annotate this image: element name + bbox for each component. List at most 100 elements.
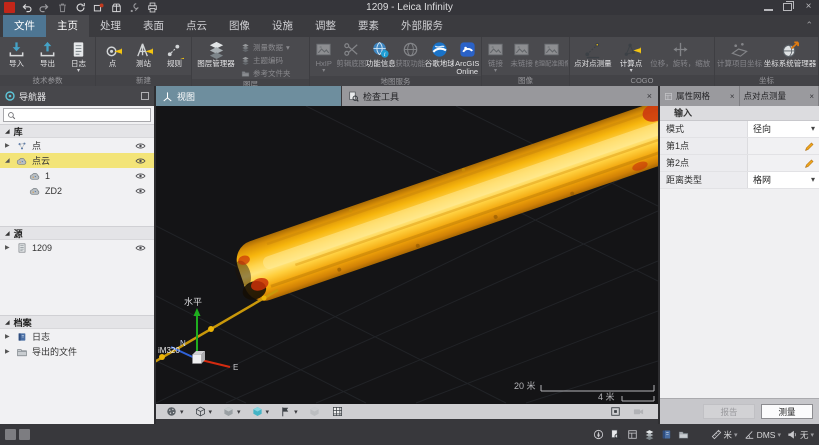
- georeference-image-button[interactable]: 地理配准图像: [535, 39, 568, 68]
- navigator-toggle-icon[interactable]: [593, 429, 604, 440]
- visibility-eye-icon[interactable]: [135, 157, 146, 165]
- survey-data-button[interactable]: 测量数据▾: [241, 42, 291, 53]
- thematic-codes-button[interactable]: 主题编码: [241, 55, 291, 66]
- tree-item-exported-files[interactable]: ▶ 导出的文件: [0, 344, 154, 359]
- tab-imaging[interactable]: 图像: [218, 15, 261, 37]
- solid-cube-icon[interactable]: [223, 406, 234, 417]
- tab-point-to-point[interactable]: 点对点测量 ×: [740, 86, 819, 106]
- unlink-image-button[interactable]: 未链接: [508, 39, 535, 68]
- delete-icon[interactable]: [57, 2, 68, 13]
- send-icon[interactable]: [93, 2, 104, 13]
- minimize-button[interactable]: [764, 3, 773, 11]
- restore-button[interactable]: [783, 3, 792, 11]
- inspector-toggle-icon[interactable]: [610, 429, 621, 440]
- coordinate-system-manager-button[interactable]: 坐标系统管理器: [763, 39, 817, 68]
- new-point-button[interactable]: 点: [97, 39, 128, 68]
- arcgis-online-button[interactable]: ArcGISOnline: [454, 39, 480, 76]
- hxip-button[interactable]: HxIP▾: [311, 39, 337, 74]
- tree-item-cloud-zd2[interactable]: ZD2: [0, 183, 154, 198]
- tree-item-pointclouds[interactable]: ◢ 点云: [0, 153, 154, 168]
- point2-field[interactable]: [748, 155, 819, 171]
- visibility-eye-icon[interactable]: [135, 187, 146, 195]
- measure-button[interactable]: 测量: [761, 404, 813, 419]
- tree-item-logs[interactable]: ▶ 日志: [0, 329, 154, 344]
- tab-file[interactable]: 文件: [3, 15, 46, 37]
- wireframe-cube-icon[interactable]: [195, 406, 206, 417]
- visibility-eye-icon[interactable]: [135, 244, 146, 252]
- close-tab-icon[interactable]: ×: [647, 91, 652, 101]
- close-panel-icon[interactable]: ×: [730, 92, 735, 101]
- tree-item-1209[interactable]: ▶ 1209: [0, 240, 154, 255]
- google-earth-button[interactable]: 谷歌地球: [425, 39, 454, 68]
- tree-item-cloud-1[interactable]: 1: [0, 168, 154, 183]
- clip-basemap-button[interactable]: 剪辑底图: [337, 39, 366, 68]
- tab-infrastructure[interactable]: 设施: [261, 15, 304, 37]
- redo-icon[interactable]: [39, 2, 50, 13]
- pick-point-pencil-icon[interactable]: [804, 158, 815, 169]
- feature-info-button[interactable]: 功能信息: [366, 39, 395, 68]
- compute-project-coords-button[interactable]: 计算项目坐标: [716, 39, 763, 68]
- tab-surfaces[interactable]: 表面: [132, 15, 175, 37]
- new-rule-button[interactable]: 规则: [159, 39, 190, 68]
- close-button[interactable]: ×: [802, 1, 815, 13]
- get-features-button[interactable]: 获取功能: [396, 39, 425, 68]
- log-button[interactable]: 日志▾: [63, 39, 94, 74]
- import-button[interactable]: 导入: [1, 39, 32, 68]
- tools-icon[interactable]: [129, 2, 140, 13]
- folder-toggle-icon[interactable]: [678, 429, 689, 440]
- link-image-button[interactable]: 链接▾: [483, 39, 508, 74]
- shift-rotate-scale-button[interactable]: 位移，旋转，缩放: [647, 39, 713, 68]
- render-mode-icon[interactable]: [166, 406, 177, 417]
- status-edit-icon[interactable]: [19, 429, 30, 440]
- section-library[interactable]: ◢库: [0, 124, 154, 138]
- dock-icon[interactable]: [141, 92, 149, 100]
- tab-processing[interactable]: 处理: [89, 15, 132, 37]
- grid-toggle-icon[interactable]: [332, 406, 343, 417]
- export-button[interactable]: 导出: [32, 39, 63, 68]
- tab-property-grid[interactable]: 属性网格 ×: [660, 86, 740, 106]
- navigator-search[interactable]: [3, 108, 151, 122]
- tab-inspect-tools[interactable]: 检查工具 ×: [342, 86, 658, 106]
- distance-type-select[interactable]: 格网▾: [748, 172, 819, 188]
- tab-external-services[interactable]: 外部服务: [390, 15, 454, 37]
- tab-adjustments[interactable]: 调整: [304, 15, 347, 37]
- shaded-cube-icon[interactable]: [252, 406, 263, 417]
- new-station-button[interactable]: 测站: [128, 39, 159, 68]
- search-input[interactable]: [19, 111, 147, 120]
- pick-point-pencil-icon[interactable]: [804, 141, 815, 152]
- compute-point-button[interactable]: 计算点▾: [615, 39, 648, 74]
- property-grid-toggle-icon[interactable]: [627, 429, 638, 440]
- section-source[interactable]: ◢源: [0, 226, 154, 240]
- visibility-eye-icon[interactable]: [135, 142, 146, 150]
- tree-item-points[interactable]: ▶ 点: [0, 138, 154, 153]
- layers-toggle-icon[interactable]: [644, 429, 655, 440]
- layer-manager-button[interactable]: 图层管理器: [193, 39, 239, 68]
- distance-unit-selector[interactable]: 米▾: [711, 429, 738, 441]
- log-toggle-icon[interactable]: [661, 429, 672, 440]
- undo-icon[interactable]: [21, 2, 32, 13]
- angle-unit-selector[interactable]: DMS▾: [744, 429, 781, 440]
- sound-selector[interactable]: 无▾: [787, 429, 814, 441]
- tab-view-3d[interactable]: 视图: [156, 86, 342, 106]
- report-button[interactable]: 报告: [703, 404, 755, 419]
- tab-pointclouds[interactable]: 点云: [175, 15, 218, 37]
- tab-features[interactable]: 要素: [347, 15, 390, 37]
- close-panel-icon[interactable]: ×: [809, 92, 814, 101]
- camera-icon[interactable]: [633, 406, 644, 417]
- filter-flag-icon[interactable]: [280, 406, 291, 417]
- mode-select[interactable]: 径向▾: [748, 121, 819, 137]
- point1-field[interactable]: [748, 138, 819, 154]
- reference-folder-button[interactable]: 参考文件夹: [241, 68, 291, 79]
- refresh-icon[interactable]: [75, 2, 86, 13]
- visibility-eye-icon[interactable]: [135, 172, 146, 180]
- point-to-point-button[interactable]: 点对点测量: [571, 39, 615, 68]
- print-icon[interactable]: [147, 2, 158, 13]
- fit-view-icon[interactable]: [610, 406, 621, 417]
- section-archive[interactable]: ◢档案: [0, 315, 154, 329]
- tab-home[interactable]: 主页: [46, 15, 89, 37]
- archive-icon[interactable]: [111, 2, 122, 13]
- status-doc-icon[interactable]: [5, 429, 16, 440]
- 3d-canvas[interactable]: 水平 E N iM320 20 米 4 米: [156, 106, 658, 404]
- ground-plane-icon[interactable]: [309, 406, 320, 417]
- collapse-ribbon-icon[interactable]: ⌃: [805, 20, 813, 31]
